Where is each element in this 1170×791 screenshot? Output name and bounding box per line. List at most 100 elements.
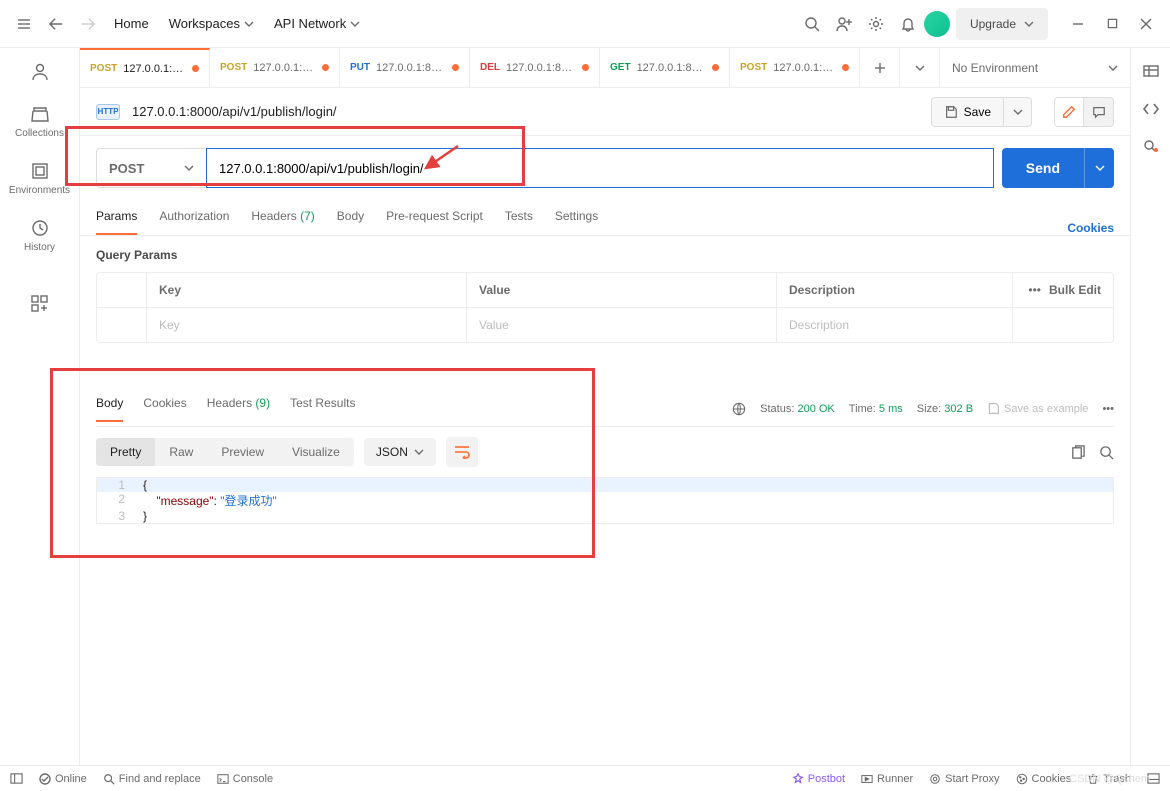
url-row: POST Send xyxy=(80,136,1130,200)
tab-tests[interactable]: Tests xyxy=(505,209,533,235)
tab-settings[interactable]: Settings xyxy=(555,209,598,235)
pencil-icon xyxy=(1062,105,1076,119)
cookies-link[interactable]: Cookies xyxy=(1067,221,1114,235)
cookies-button[interactable]: Cookies xyxy=(1016,773,1072,785)
request-tabs: POST127.0.0.1:800 POST127.0.0.1:800 PUT1… xyxy=(80,48,1130,88)
view-raw-button[interactable]: Raw xyxy=(155,438,207,466)
wrap-lines-button[interactable] xyxy=(446,437,478,467)
main-shell: Collections Environments History POST127… xyxy=(0,48,1170,765)
send-button[interactable]: Send xyxy=(1002,148,1084,188)
request-tab[interactable]: POST127.0.0.1:800 xyxy=(80,48,210,87)
sidebar-scratchpad[interactable] xyxy=(0,62,79,82)
tab-params[interactable]: Params xyxy=(96,209,137,235)
unsaved-dot-icon xyxy=(842,64,849,71)
method-select[interactable]: POST xyxy=(96,148,206,188)
nav-forward-icon[interactable] xyxy=(72,8,104,40)
chevron-down-icon xyxy=(244,19,254,29)
panel-toggle-icon[interactable] xyxy=(10,772,23,785)
resp-tab-cookies[interactable]: Cookies xyxy=(143,396,186,422)
request-tab[interactable]: GET127.0.0.1:8000 xyxy=(600,48,730,87)
watermark: CSDN @Qchem xyxy=(1069,773,1150,785)
qp-description-input[interactable]: Description xyxy=(777,308,1013,342)
collections-icon xyxy=(30,104,50,124)
console-button[interactable]: Console xyxy=(217,773,273,785)
window-maximize-icon[interactable] xyxy=(1096,8,1128,40)
tab-prerequest[interactable]: Pre-request Script xyxy=(386,209,483,235)
search-icon[interactable] xyxy=(796,8,828,40)
top-bar: Home Workspaces API Network Upgrade xyxy=(0,0,1170,48)
comment-button[interactable] xyxy=(1084,97,1114,127)
unsaved-dot-icon xyxy=(322,64,329,71)
request-tab[interactable]: POST127.0.0.1:800 xyxy=(730,48,860,87)
runner-button[interactable]: Runner xyxy=(861,773,913,785)
globe-icon[interactable] xyxy=(732,402,746,416)
request-tab[interactable]: DEL127.0.0.1:8000 xyxy=(470,48,600,87)
save-as-example-button[interactable]: Save as example xyxy=(987,402,1088,415)
nav-home[interactable]: Home xyxy=(104,10,159,37)
view-visualize-button[interactable]: Visualize xyxy=(278,438,354,466)
upgrade-button[interactable]: Upgrade xyxy=(956,8,1048,40)
qp-value-input[interactable]: Value xyxy=(467,308,777,342)
window-close-icon[interactable] xyxy=(1130,8,1162,40)
tab-method: DEL xyxy=(480,62,500,73)
format-select[interactable]: JSON xyxy=(364,438,436,466)
invite-icon[interactable] xyxy=(828,8,860,40)
sidebar-more[interactable] xyxy=(0,295,79,313)
breadcrumb-row: HTTP 127.0.0.1:8000/api/v1/publish/login… xyxy=(80,88,1130,136)
tab-url: 127.0.0.1:800 xyxy=(253,62,316,74)
notifications-icon[interactable] xyxy=(892,8,924,40)
resp-tab-test-results[interactable]: Test Results xyxy=(290,396,355,422)
sidebar-environments[interactable]: Environments xyxy=(0,161,79,196)
settings-icon[interactable] xyxy=(860,8,892,40)
nav-workspaces[interactable]: Workspaces xyxy=(159,10,264,37)
query-params-section: Query Params Key Value Description ••• B… xyxy=(80,236,1130,343)
response-meta: Status: 200 OK Time: 5 ms Size: 302 B Sa… xyxy=(732,402,1114,416)
view-pretty-button[interactable]: Pretty xyxy=(96,438,155,466)
bulk-edit-link[interactable]: Bulk Edit xyxy=(1049,283,1101,297)
status-value: 200 OK xyxy=(797,403,834,415)
search-response-button[interactable] xyxy=(1099,445,1114,460)
copy-response-button[interactable] xyxy=(1070,445,1085,460)
code-icon[interactable] xyxy=(1142,100,1160,118)
nav-back-icon[interactable] xyxy=(40,8,72,40)
bulk-edit-options[interactable]: ••• xyxy=(1028,283,1041,297)
view-preview-button[interactable]: Preview xyxy=(207,438,278,466)
online-status[interactable]: Online xyxy=(39,773,87,785)
tab-options-button[interactable] xyxy=(900,48,940,87)
chevron-down-icon xyxy=(915,63,925,73)
env-quicklook-icon[interactable] xyxy=(1142,62,1160,80)
sidebar-history[interactable]: History xyxy=(0,218,79,253)
save-dropdown-button[interactable] xyxy=(1004,97,1032,127)
request-name[interactable]: 127.0.0.1:8000/api/v1/publish/login/ xyxy=(132,104,337,119)
find-replace-button[interactable]: Find and replace xyxy=(103,773,201,785)
nav-api-network-label: API Network xyxy=(274,16,346,31)
avatar[interactable] xyxy=(924,11,950,37)
query-params-table: Key Value Description ••• Bulk Edit Key … xyxy=(96,272,1114,343)
response-more-button[interactable]: ••• xyxy=(1102,403,1114,415)
comment-icon xyxy=(1092,105,1106,119)
tab-headers[interactable]: Headers (7) xyxy=(251,209,314,235)
nav-api-network[interactable]: API Network xyxy=(264,10,370,37)
postbot-button[interactable]: Postbot xyxy=(792,773,845,785)
proxy-button[interactable]: Start Proxy xyxy=(929,773,999,785)
resp-tab-body[interactable]: Body xyxy=(96,396,123,422)
wrap-icon xyxy=(454,445,470,459)
tab-body[interactable]: Body xyxy=(337,209,364,235)
tab-authorization[interactable]: Authorization xyxy=(159,209,229,235)
edit-button[interactable] xyxy=(1054,97,1084,127)
method-label: POST xyxy=(109,161,144,176)
info-icon[interactable] xyxy=(1142,138,1160,156)
send-dropdown-button[interactable] xyxy=(1084,148,1114,188)
window-minimize-icon[interactable] xyxy=(1062,8,1094,40)
request-tab[interactable]: POST127.0.0.1:800 xyxy=(210,48,340,87)
request-tab[interactable]: PUT127.0.0.1:8000 xyxy=(340,48,470,87)
url-input[interactable] xyxy=(206,148,994,188)
save-button[interactable]: Save xyxy=(931,97,1004,127)
new-tab-button[interactable] xyxy=(860,48,900,87)
sidebar-collections[interactable]: Collections xyxy=(0,104,79,139)
hamburger-icon[interactable] xyxy=(8,8,40,40)
environment-selector[interactable]: No Environment xyxy=(940,48,1130,87)
resp-tab-headers[interactable]: Headers (9) xyxy=(207,396,270,422)
qp-key-input[interactable]: Key xyxy=(147,308,467,342)
response-body[interactable]: 1{ 2 "message": "登录成功" 3} xyxy=(96,477,1114,524)
